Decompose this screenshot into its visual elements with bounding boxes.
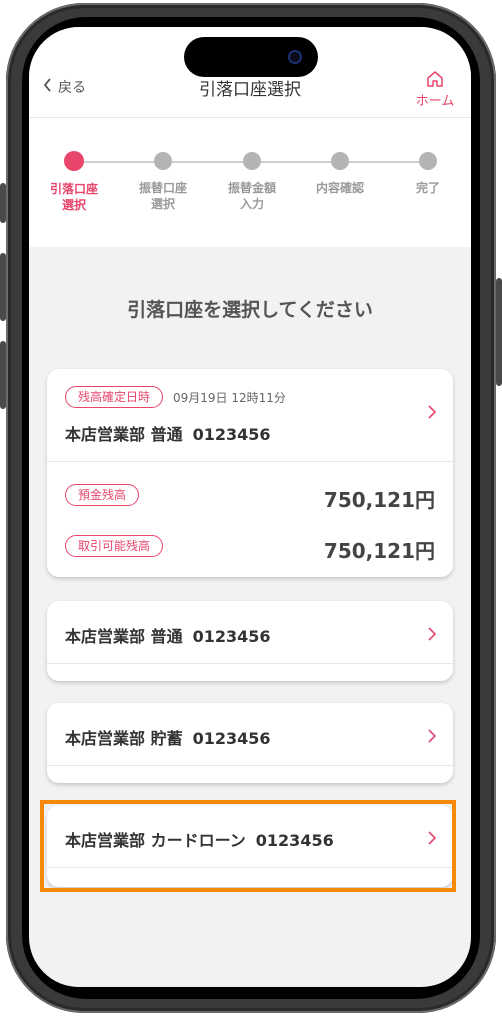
step-dot (331, 152, 349, 170)
step-2: 振替口座 選択 (128, 152, 198, 212)
step-label: 完了 (415, 181, 440, 195)
chevron-right-icon (427, 623, 437, 647)
instruction-text: 引落口座を選択してください (127, 299, 373, 321)
available-balance-value: 750,121円 (323, 539, 435, 563)
deposit-balance-value: 750,121円 (323, 488, 435, 512)
header-divider (29, 117, 471, 118)
card-divider (47, 461, 453, 462)
account-card-2[interactable]: 本店営業部 普通 0123456 (47, 601, 453, 681)
page-title: 引落口座選択 (199, 80, 301, 100)
account-name: 本店営業部 普通 (65, 627, 183, 646)
step-dot (243, 152, 261, 170)
account-card-1[interactable]: 残高確定日時 09月19日 12時11分 本店営業部 普通 0123456 預金残… (47, 369, 453, 577)
step-1: 引落口座 選択 (39, 151, 109, 213)
balance-date-tag: 残高確定日時 (65, 386, 164, 408)
account-number: 0123456 (192, 627, 271, 646)
step-dot (154, 152, 172, 170)
account-number: 0123456 (192, 425, 271, 444)
account-name: 本店営業部 普通 (65, 425, 183, 444)
balance-datetime: 09月19日 12時11分 (173, 390, 286, 405)
step-label: 引落口座 選択 (49, 182, 98, 212)
card-divider (47, 765, 453, 766)
volume-down-button (0, 341, 6, 409)
home-icon (413, 69, 457, 89)
account-number: 0123456 (192, 729, 271, 748)
chevron-right-icon (427, 725, 437, 749)
camera-icon (288, 50, 302, 64)
power-button (496, 278, 502, 386)
step-4: 内容確認 (305, 152, 375, 196)
step-dot (419, 152, 437, 170)
account-info: 本店営業部 普通 0123456 (65, 421, 271, 445)
dynamic-island (184, 37, 318, 77)
step-label: 内容確認 (315, 181, 364, 195)
step-dot-active (64, 151, 84, 171)
account-info: 本店営業部 普通 0123456 (65, 623, 271, 647)
step-5: 完了 (393, 152, 463, 196)
step-label: 振替口座 選択 (138, 181, 187, 211)
screen: 戻る 引落口座選択 ホーム 引落口座 選択 振替口座 選択 振替金額 入力 内容… (29, 27, 471, 987)
step-label: 振替金額 入力 (227, 181, 276, 211)
deposit-balance-tag: 預金残高 (65, 484, 140, 506)
account-name: 本店営業部 貯蓄 (65, 729, 183, 748)
action-button (0, 183, 6, 223)
selection-highlight (40, 800, 456, 892)
home-label: ホーム (415, 94, 455, 109)
account-info: 本店営業部 貯蓄 0123456 (65, 725, 271, 749)
chevron-right-icon (427, 401, 437, 425)
volume-up-button (0, 253, 6, 321)
home-button[interactable]: ホーム (413, 69, 457, 109)
card-divider (47, 663, 453, 664)
available-balance-tag: 取引可能残高 (65, 535, 164, 557)
account-card-3[interactable]: 本店営業部 貯蓄 0123456 (47, 703, 453, 783)
step-3: 振替金額 入力 (217, 152, 287, 212)
